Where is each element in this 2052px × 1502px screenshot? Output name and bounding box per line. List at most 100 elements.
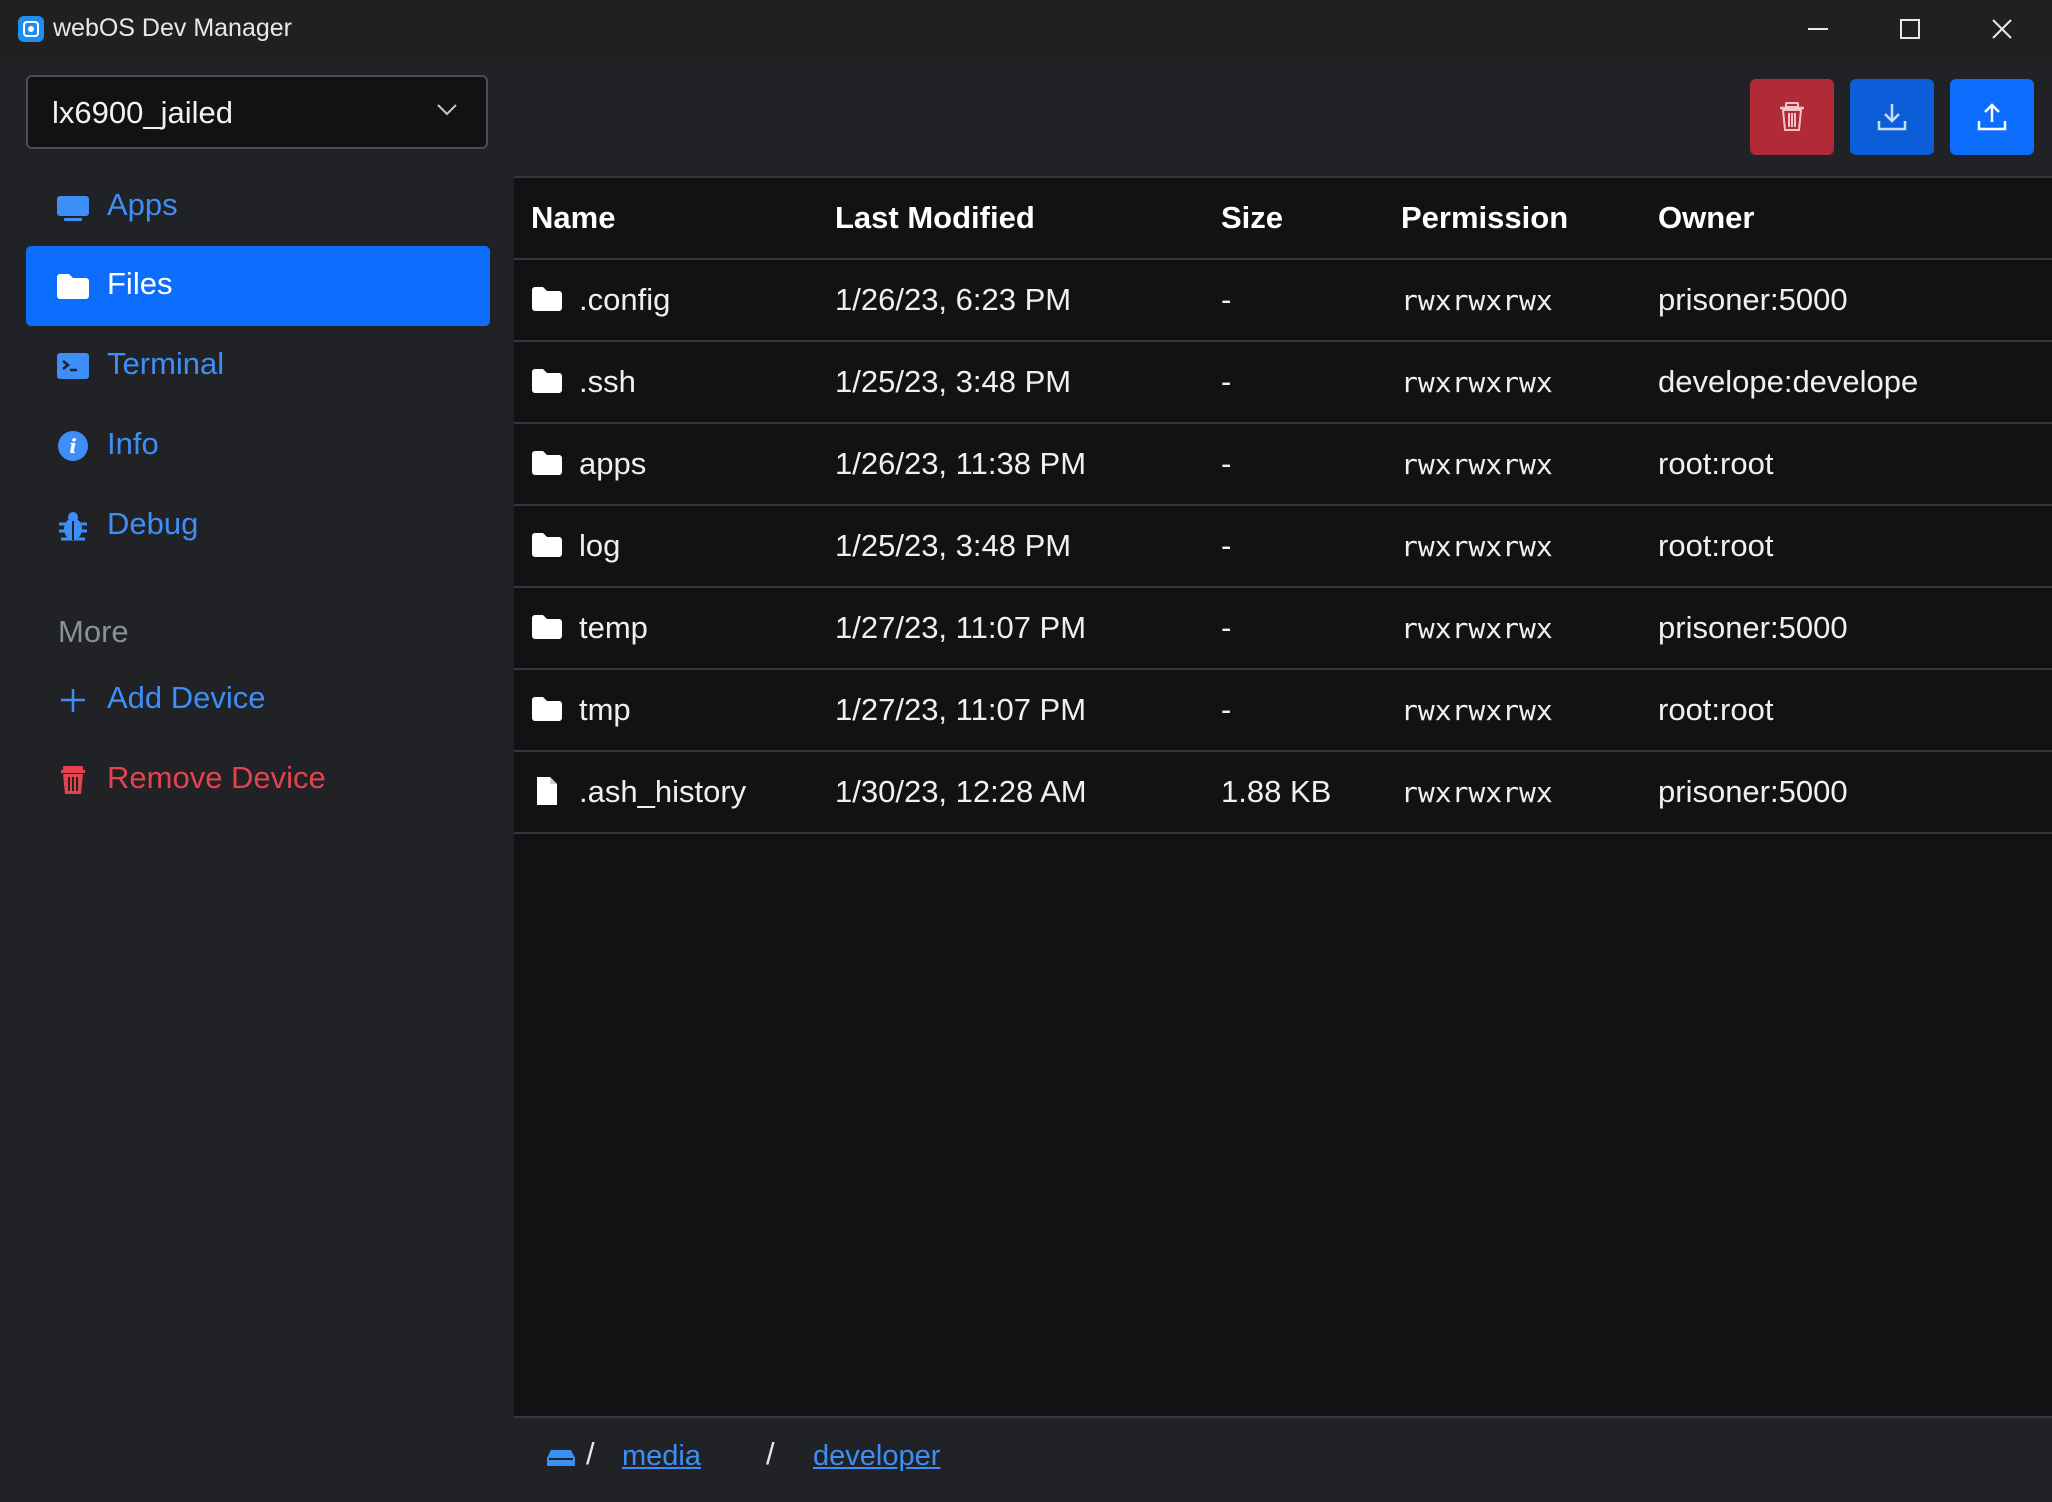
file-name-cell[interactable]: tmp — [514, 669, 835, 752]
owner-cell: root:root — [1658, 669, 2052, 752]
breadcrumb-separator: / — [586, 1436, 595, 1471]
size-cell: - — [1221, 341, 1401, 424]
bug-icon — [59, 512, 87, 541]
table-row[interactable]: tmp 1/27/23, 11:07 PM - rwxrwxrwx root:root — [514, 669, 2052, 752]
column-header-last-modified[interactable]: Last Modified — [835, 178, 1221, 260]
owner-cell: develope:develope — [1658, 341, 2052, 424]
chevron-down-icon — [437, 104, 457, 116]
more-section-heading: More — [58, 614, 129, 649]
trash-icon — [61, 766, 85, 794]
app-logo-icon — [18, 16, 44, 42]
file-name: log — [579, 528, 621, 563]
sidebar-item-info[interactable]: i Info — [26, 406, 490, 486]
permission-cell: rwxrwxrwx — [1401, 341, 1658, 424]
file-name-cell[interactable]: .ash_history — [514, 751, 835, 834]
permission-cell: rwxrwxrwx — [1401, 751, 1658, 834]
file-name-cell[interactable]: temp — [514, 587, 835, 670]
delete-button[interactable] — [1750, 79, 1834, 155]
last-modified-cell: 1/30/23, 12:28 AM — [835, 751, 1221, 834]
breadcrumb-separator: / — [766, 1436, 775, 1471]
file-list: .config 1/26/23, 6:23 PM - rwxrwxrwx prisone… — [514, 259, 2052, 834]
size-cell: - — [1221, 505, 1401, 588]
last-modified-cell: 1/26/23, 6:23 PM — [835, 259, 1221, 342]
breadcrumb-link-media[interactable]: media — [622, 1440, 701, 1473]
size-cell: 1.88 KB — [1221, 751, 1401, 834]
owner-cell: root:root — [1658, 423, 2052, 506]
folder-icon — [532, 368, 562, 393]
table-row[interactable]: apps 1/26/23, 11:38 PM - rwxrwxrwx root:root — [514, 423, 2052, 506]
upload-button[interactable] — [1950, 79, 2034, 155]
file-name-cell[interactable]: log — [514, 505, 835, 588]
owner-cell: prisoner:5000 — [1658, 587, 2052, 670]
column-header-permission[interactable]: Permission — [1401, 178, 1658, 260]
drive-icon[interactable] — [546, 1448, 576, 1468]
sidebar-item-label: Files — [107, 266, 173, 301]
maximize-icon — [1900, 19, 1920, 39]
close-button[interactable] — [1956, 0, 2048, 58]
download-button[interactable] — [1850, 79, 1934, 155]
file-toolbar — [514, 58, 2052, 178]
folder-icon — [57, 274, 89, 299]
sidebar-item-apps[interactable]: Apps — [26, 167, 490, 247]
terminal-icon — [57, 353, 89, 379]
permission-cell: rwxrwxrwx — [1401, 505, 1658, 588]
folder-icon — [532, 614, 562, 639]
owner-cell: root:root — [1658, 505, 2052, 588]
sidebar-item-debug[interactable]: Debug — [26, 486, 490, 566]
minimize-icon — [1808, 28, 1828, 30]
sidebar-item-label: Apps — [107, 187, 178, 222]
file-name: temp — [579, 610, 648, 645]
maximize-button[interactable] — [1864, 0, 1956, 58]
table-row[interactable]: temp 1/27/23, 11:07 PM - rwxrwxrwx prisoner:… — [514, 587, 2052, 670]
last-modified-cell: 1/26/23, 11:38 PM — [835, 423, 1221, 506]
size-cell: - — [1221, 587, 1401, 670]
file-name: .config — [579, 282, 671, 317]
svg-text:i: i — [69, 434, 77, 458]
file-name: .ash_history — [579, 774, 747, 809]
file-name: tmp — [579, 692, 631, 727]
folder-icon — [532, 696, 562, 721]
device-select[interactable]: lx6900_jailed — [26, 75, 488, 149]
minimize-button[interactable] — [1772, 0, 1864, 58]
folder-icon — [532, 450, 562, 475]
column-header-size[interactable]: Size — [1221, 178, 1401, 260]
column-header-name[interactable]: Name — [514, 178, 835, 260]
trash-icon — [1780, 102, 1804, 131]
breadcrumb: / media / developer — [514, 1416, 2052, 1502]
file-name-cell[interactable]: apps — [514, 423, 835, 506]
column-header-owner[interactable]: Owner — [1658, 178, 2052, 260]
remove-device-label: Remove Device — [107, 760, 326, 795]
title-bar: webOS Dev Manager — [0, 0, 2052, 58]
sidebar: lx6900_jailed Apps Files Terminal i Info… — [0, 58, 514, 1500]
file-name-cell[interactable]: .config — [514, 259, 835, 342]
table-row[interactable]: .ssh 1/25/23, 3:48 PM - rwxrwxrwx develope:d… — [514, 341, 2052, 424]
sidebar-item-terminal[interactable]: Terminal — [26, 326, 490, 406]
table-header-row: Name Last Modified Size Permission Owner — [514, 178, 2052, 260]
file-name: apps — [579, 446, 647, 481]
folder-icon — [532, 532, 562, 557]
breadcrumb-link-developer[interactable]: developer — [813, 1440, 940, 1473]
download-icon — [1877, 104, 1907, 131]
table-row[interactable]: .ash_history 1/30/23, 12:28 AM 1.88 KB rwxr… — [514, 751, 2052, 834]
permission-cell: rwxrwxrwx — [1401, 587, 1658, 670]
close-icon — [1992, 19, 2012, 39]
sidebar-item-label: Debug — [107, 506, 199, 541]
window-title: webOS Dev Manager — [53, 14, 293, 42]
size-cell: - — [1221, 423, 1401, 506]
plus-icon — [61, 689, 85, 712]
file-name-cell[interactable]: .ssh — [514, 341, 835, 424]
info-icon: i — [58, 431, 88, 461]
table-row[interactable]: log 1/25/23, 3:48 PM - rwxrwxrwx root:root — [514, 505, 2052, 588]
monitor-icon — [57, 196, 89, 221]
table-row[interactable]: .config 1/26/23, 6:23 PM - rwxrwxrwx prisone… — [514, 259, 2052, 342]
sidebar-item-label: Info — [107, 426, 159, 461]
size-cell: - — [1221, 669, 1401, 752]
owner-cell: prisoner:5000 — [1658, 751, 2052, 834]
sidebar-item-files[interactable]: Files — [26, 246, 490, 326]
owner-cell: prisoner:5000 — [1658, 259, 2052, 342]
add-device-button[interactable]: Add Device — [26, 660, 490, 740]
folder-icon — [532, 286, 562, 311]
file-name: .ssh — [579, 364, 636, 399]
remove-device-button[interactable]: Remove Device — [26, 740, 490, 820]
files-panel: Name Last Modified Size Permission Owner… — [514, 58, 2052, 1502]
